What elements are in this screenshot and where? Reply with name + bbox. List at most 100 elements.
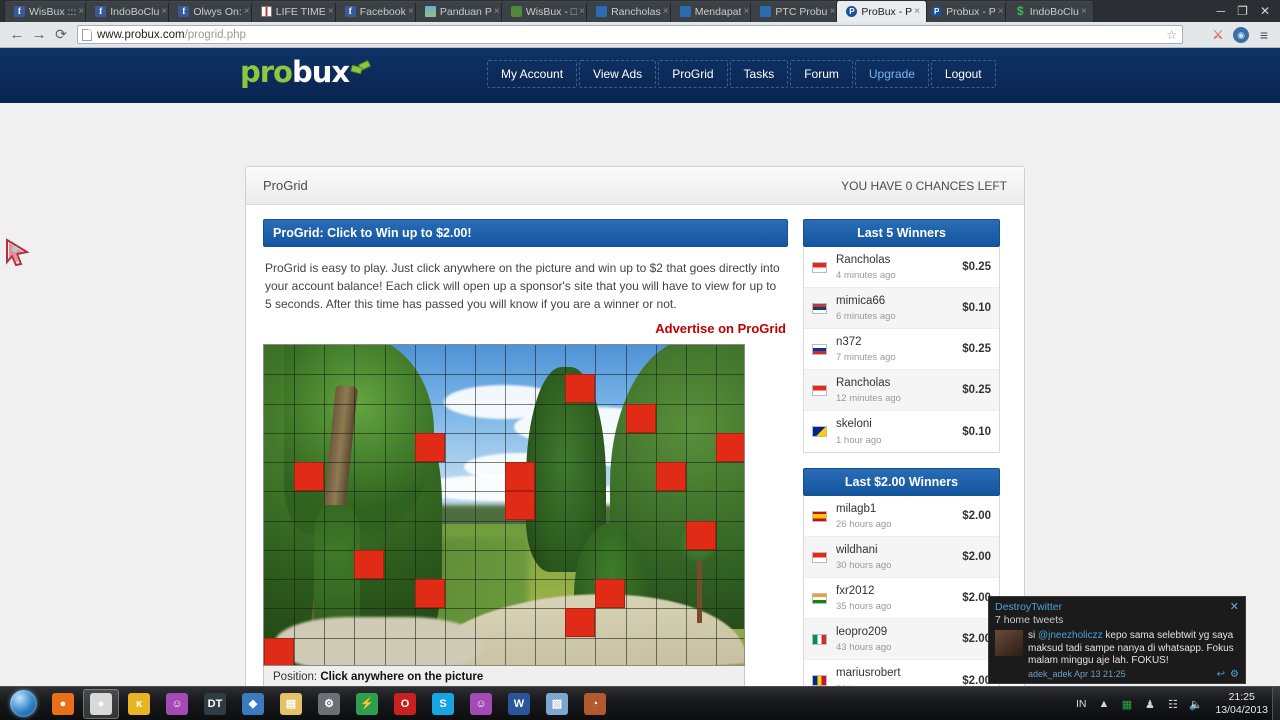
winner-name: wildhani — [836, 543, 878, 556]
browser-tab[interactable]: f IndoBoClu × — [85, 1, 175, 22]
nav-logout[interactable]: Logout — [930, 60, 996, 88]
table-row[interactable]: leopro209 43 hours ago $2.00 — [804, 619, 999, 660]
browser-tab[interactable]: Rancholas × — [586, 1, 676, 22]
taskbar-item-chrome[interactable]: ● — [83, 688, 119, 719]
nav-progrid[interactable]: ProGrid — [658, 60, 728, 88]
facebook-icon: f — [178, 6, 190, 17]
table-row[interactable]: mariusrobert56 hours ago$2.00 — [804, 660, 999, 686]
table-row[interactable]: Rancholas 4 minutes ago $0.25 — [804, 247, 999, 288]
network-tray-icon[interactable]: ☷ — [1165, 697, 1180, 712]
taskbar-item-word[interactable]: W — [501, 689, 537, 719]
browser-tab[interactable]: Panduan P × — [414, 1, 507, 22]
grid-cell-clicked — [264, 638, 294, 665]
browser-tab[interactable]: Mendapat × — [669, 1, 757, 22]
table-row[interactable]: fxr2012 35 hours ago $2.00 — [804, 578, 999, 619]
firefox-icon: ● — [52, 692, 74, 715]
taskbar-item-explorer[interactable]: ▤ — [273, 689, 309, 719]
winner-amount: $0.10 — [962, 425, 991, 438]
browser-tab[interactable]: f WisBux ::: × — [4, 1, 92, 22]
winner-name: leopro209 — [836, 625, 888, 638]
taskbar-item-ccleaner[interactable]: ◆ — [235, 689, 271, 719]
language-indicator[interactable]: IN — [1076, 698, 1089, 710]
probux-logo[interactable]: probux — [240, 55, 372, 89]
last-2-dollar-winners-table: milagb1 26 hours ago $2.00 wildhani 30 hour… — [803, 496, 1000, 686]
nav-tasks[interactable]: Tasks — [729, 60, 789, 88]
taskbar-item-skype[interactable]: S — [425, 689, 461, 719]
browser-tab-active[interactable]: P ProBux - P × — [836, 1, 928, 22]
grid-cell-clicked — [565, 374, 595, 403]
close-icon[interactable]: × — [1079, 6, 1089, 17]
show-hidden-icons[interactable]: ▲ — [1096, 697, 1111, 712]
nav-upgrade[interactable]: Upgrade — [854, 60, 929, 88]
close-icon[interactable]: ✕ — [1230, 600, 1239, 613]
table-row[interactable]: wildhani 30 hours ago $2.00 — [804, 537, 999, 578]
show-desktop-button[interactable] — [1272, 687, 1280, 720]
taskbar-item-notepad[interactable]: ▧ — [539, 689, 575, 719]
winner-name: skeloni — [836, 418, 872, 431]
laptop-tool-icon: ⚙ — [318, 692, 340, 715]
picture-icon — [424, 6, 436, 17]
toast-app-name: DestroyTwitter — [995, 600, 1063, 613]
reply-icon[interactable]: ↩ — [1217, 669, 1225, 680]
logo-part2: bux — [291, 55, 350, 89]
tweet-item[interactable]: si @jneezholiczz kepo sama selebtwit yg … — [989, 628, 1245, 679]
start-button[interactable] — [2, 688, 44, 720]
taskbar-item-firefox[interactable]: ● — [45, 689, 81, 719]
taskbar-item-idm[interactable]: ⚡ — [349, 689, 385, 719]
taskbar-item-opera[interactable]: O — [387, 689, 423, 719]
browser-tab[interactable]: P Probux - P × — [921, 1, 1011, 22]
table-row[interactable]: n372 7 minutes ago $0.25 — [804, 329, 999, 370]
browser-tab[interactable]: f Olwys On: × — [168, 1, 257, 22]
table-row[interactable]: mimica66 6 minutes ago $0.10 — [804, 288, 999, 329]
yahoo-messenger-icon: ☺ — [166, 692, 188, 715]
bookmark-star-icon[interactable]: ☆ — [1166, 28, 1177, 42]
last-5-winners-header: Last 5 Winners — [803, 219, 1000, 247]
close-window-button[interactable]: ✕ — [1260, 4, 1270, 18]
browser-tab[interactable]: PTC Probu × — [750, 1, 843, 22]
grid-cell-clicked — [565, 608, 595, 637]
browser-tab[interactable]: WisBux - □ × — [500, 1, 593, 22]
browser-tab[interactable]: LIFE TIME × — [250, 1, 341, 22]
reload-icon[interactable]: ⟳ — [50, 24, 72, 46]
nav-my-account[interactable]: My Account — [487, 60, 578, 88]
taskbar-item-daemon-tools[interactable]: DT — [197, 689, 233, 719]
winner-time: 1 hour ago — [836, 434, 882, 446]
tweet-mention[interactable]: @jneezholiczz — [1038, 630, 1103, 641]
site-nav: My Account View Ads ProGrid Tasks Forum … — [487, 60, 996, 88]
nav-view-ads[interactable]: View Ads — [579, 60, 657, 88]
progrid-image[interactable] — [263, 344, 745, 666]
minimize-button[interactable]: ─ — [1217, 4, 1226, 18]
winner-amount: $2.00 — [962, 592, 991, 604]
gear-icon[interactable]: ⚙ — [1230, 669, 1239, 680]
taskbar-item-yahoo-messenger-2[interactable]: ☺ — [463, 689, 499, 719]
table-row[interactable]: skeloni 1 hour ago $0.10 — [804, 411, 999, 452]
clock[interactable]: 21:25 13/04/2013 — [1211, 691, 1268, 717]
back-icon[interactable]: ← — [6, 24, 28, 46]
browser-tab[interactable]: $ IndoBoClu × — [1004, 1, 1094, 22]
taskbar-item-yahoo-messenger[interactable]: ☺ — [159, 689, 195, 719]
antivirus-tray-icon[interactable]: ♟ — [1142, 697, 1157, 712]
destroytwitter-notification[interactable]: DestroyTwitter ✕ 7 home tweets si @jneez… — [988, 596, 1246, 684]
forward-icon[interactable]: → — [28, 24, 50, 46]
taskbar-item-utorrent[interactable]: ĸ — [121, 689, 157, 719]
tweet-text: si @jneezholiczz kepo sama selebtwit yg … — [1028, 630, 1239, 668]
menu-icon[interactable]: ≡ — [1256, 27, 1272, 43]
shield-icon[interactable]: ⚔ — [1210, 27, 1226, 43]
table-row[interactable]: milagb1 26 hours ago $2.00 — [804, 496, 999, 537]
excel-tray-icon[interactable]: ▦ — [1119, 697, 1134, 712]
maximize-button[interactable]: ❐ — [1237, 4, 1248, 18]
taskbar-item-laptop-tool[interactable]: ⚙ — [311, 689, 347, 719]
facebook-icon: f — [344, 6, 356, 17]
address-bar[interactable]: www.probux.com/progrid.php ☆ — [77, 25, 1183, 44]
close-icon[interactable]: × — [912, 6, 922, 17]
browser-tab[interactable]: f Facebook × — [334, 1, 421, 22]
clock-date: 13/04/2013 — [1215, 704, 1268, 716]
table-row[interactable]: Rancholas 12 minutes ago $0.25 — [804, 370, 999, 411]
taskbar-item-paint[interactable]: ◔ — [577, 689, 613, 719]
nav-forum[interactable]: Forum — [790, 60, 853, 88]
utorrent-icon: ĸ — [128, 692, 150, 715]
globe-icon[interactable]: ◉ — [1233, 26, 1249, 43]
volume-muted-tray-icon[interactable]: 🔈 — [1188, 697, 1203, 712]
advertise-link[interactable]: Advertise on ProGrid — [263, 315, 788, 344]
tab-title: Probux - P — [946, 5, 996, 18]
